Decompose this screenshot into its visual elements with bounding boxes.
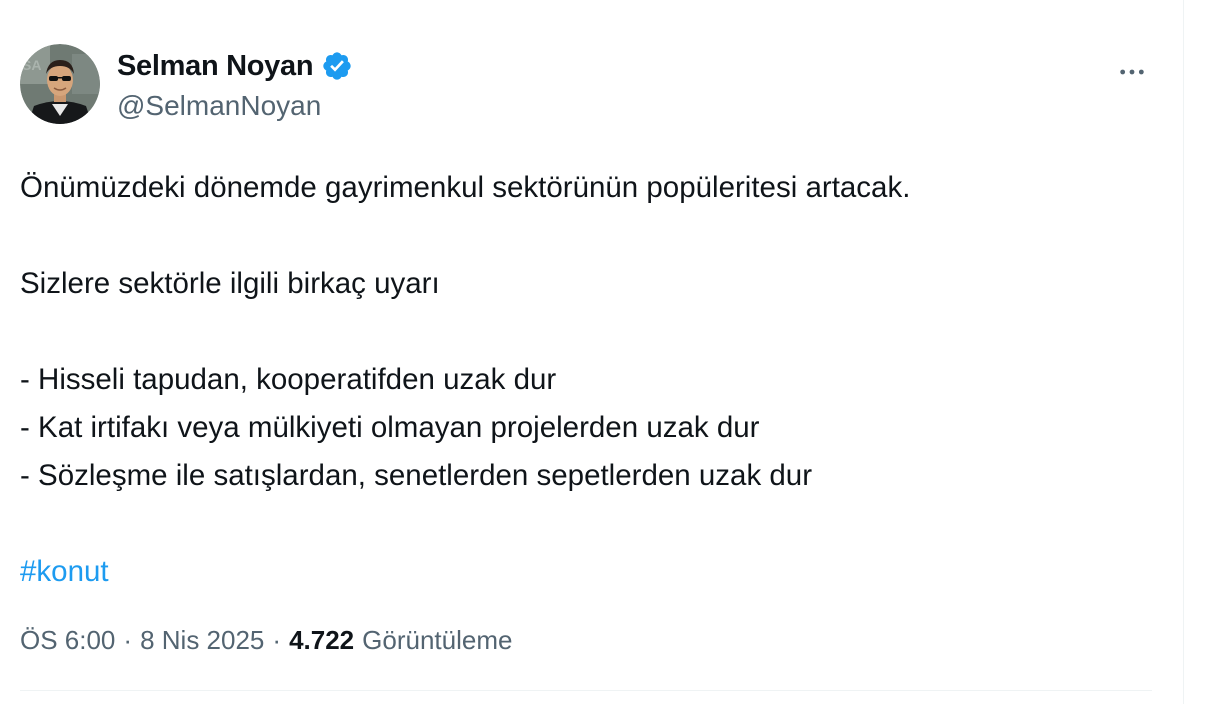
column-border bbox=[1183, 0, 1184, 704]
tweet-line: Sizlere sektörle ilgili birkaç uyarı bbox=[20, 267, 440, 300]
tweet: SA Selman Noyan @SelmanNoyan Önümüzdeki … bbox=[20, 44, 1152, 660]
tweet-line: - Hisseli tapudan, kooperatifden uzak du… bbox=[20, 363, 557, 396]
divider bbox=[20, 690, 1152, 691]
hashtag-link[interactable]: #konut bbox=[20, 555, 109, 588]
tweet-text: Önümüzdeki dönemde gayrimenkul sektörünü… bbox=[20, 164, 1152, 596]
svg-text:SA: SA bbox=[22, 57, 41, 73]
meta-separator: · bbox=[123, 624, 133, 655]
author-names: Selman Noyan @SelmanNoyan bbox=[117, 48, 353, 122]
author-handle[interactable]: @SelmanNoyan bbox=[117, 90, 353, 122]
tweet-date[interactable]: 8 Nis 2025 bbox=[140, 625, 264, 656]
tweet-line bbox=[20, 308, 1152, 356]
tweet-line bbox=[20, 500, 1152, 548]
tweet-page: SA Selman Noyan @SelmanNoyan Önümüzdeki … bbox=[0, 0, 1212, 704]
author-display-name[interactable]: Selman Noyan bbox=[117, 50, 314, 83]
tweet-line: - Sözleşme ile satışlardan, senetlerden … bbox=[20, 459, 813, 492]
tweet-meta: ÖS 6:00 · 8 Nis 2025 · 4.722 Görüntüleme bbox=[20, 620, 1152, 660]
tweet-line: Önümüzdeki dönemde gayrimenkul sektörünü… bbox=[20, 171, 911, 204]
meta-separator: · bbox=[272, 624, 282, 655]
avatar[interactable]: SA bbox=[20, 44, 100, 124]
more-dots-icon bbox=[1120, 69, 1144, 75]
tweet-line: - Kat irtifakı veya mülkiyeti olmayan pr… bbox=[20, 411, 760, 444]
tweet-line bbox=[20, 212, 1152, 260]
tweet-header: SA Selman Noyan @SelmanNoyan bbox=[20, 44, 1152, 128]
tweet-time[interactable]: ÖS 6:00 bbox=[20, 625, 115, 656]
views-label[interactable]: Görüntüleme bbox=[362, 625, 512, 656]
verified-badge-icon[interactable] bbox=[321, 50, 353, 82]
more-options-button[interactable] bbox=[1112, 52, 1152, 92]
views-count[interactable]: 4.722 bbox=[289, 625, 354, 656]
name-row: Selman Noyan bbox=[117, 48, 353, 84]
